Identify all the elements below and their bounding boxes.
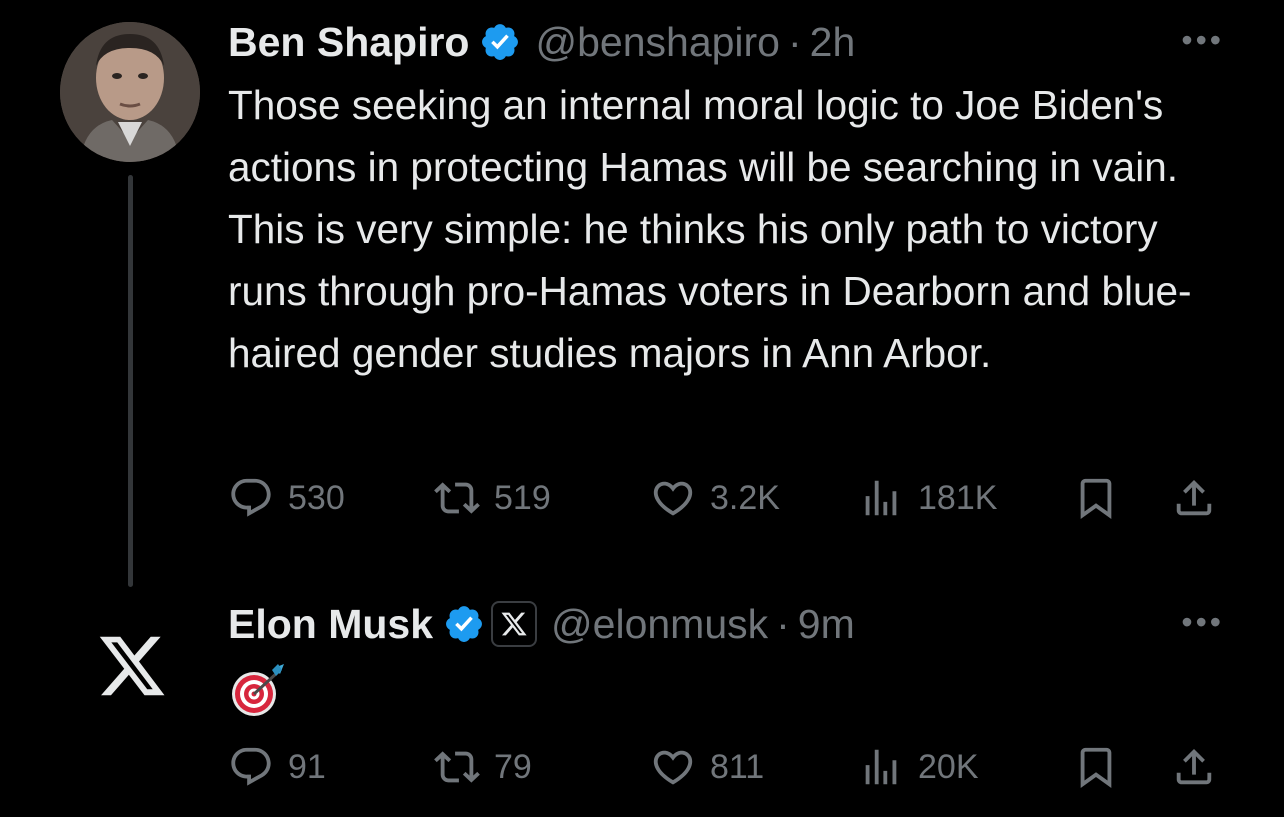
x-logo-icon[interactable] bbox=[94, 630, 170, 702]
separator-dot: · bbox=[787, 18, 802, 65]
views-chart-icon bbox=[865, 749, 897, 785]
views-button[interactable]: 20K bbox=[858, 742, 979, 792]
like-button[interactable]: 3.2K bbox=[650, 473, 780, 523]
reply-icon bbox=[231, 478, 271, 517]
views-chart-icon bbox=[865, 480, 897, 516]
views-count: 181K bbox=[918, 478, 998, 517]
tweet-elon-musk[interactable]: Elon Musk @elonmusk · 9m ••• 91 79 811 2… bbox=[0, 590, 1284, 817]
tweet-actions: 91 79 811 20K bbox=[228, 742, 1224, 792]
like-count: 811 bbox=[710, 747, 765, 786]
reply-count: 91 bbox=[288, 747, 326, 786]
share-icon bbox=[1176, 479, 1212, 516]
bookmark-icon bbox=[1080, 478, 1112, 519]
like-count: 3.2K bbox=[710, 478, 780, 517]
retweet-icon bbox=[434, 482, 480, 514]
retweet-icon bbox=[434, 751, 480, 783]
reply-button[interactable]: 91 bbox=[228, 742, 326, 792]
views-count: 20K bbox=[918, 747, 979, 786]
share-icon bbox=[1176, 748, 1212, 785]
reply-button[interactable]: 530 bbox=[228, 473, 345, 523]
tweet-ben-shapiro[interactable]: Ben Shapiro @benshapiro · 2h ••• Those s… bbox=[0, 0, 1284, 590]
tweet-actions: 530 519 3.2K 181K bbox=[228, 473, 1224, 523]
tweet-body: Elon Musk @elonmusk · 9m ••• bbox=[228, 596, 1224, 725]
author-handle[interactable]: @elonmusk bbox=[551, 601, 768, 648]
like-button[interactable]: 811 bbox=[650, 742, 764, 792]
affiliation-badge[interactable] bbox=[491, 601, 538, 647]
more-options-icon[interactable]: ••• bbox=[1181, 604, 1224, 641]
author-name[interactable]: Ben Shapiro bbox=[228, 19, 469, 66]
share-button[interactable] bbox=[1171, 473, 1217, 523]
verified-badge-icon bbox=[482, 24, 519, 60]
author-handle[interactable]: @benshapiro bbox=[535, 19, 780, 66]
bookmark-icon bbox=[1080, 747, 1112, 788]
author-name[interactable]: Elon Musk bbox=[228, 601, 433, 648]
retweet-button[interactable]: 519 bbox=[434, 473, 551, 523]
bookmark-button[interactable] bbox=[1073, 742, 1119, 792]
tweet-text: Those seeking an internal moral logic to… bbox=[228, 82, 1192, 376]
retweet-count: 79 bbox=[494, 747, 532, 786]
heart-icon bbox=[653, 481, 693, 516]
reply-icon bbox=[231, 747, 271, 786]
thread-connector-line bbox=[128, 175, 133, 587]
more-options-icon[interactable]: ••• bbox=[1181, 22, 1224, 59]
views-button[interactable]: 181K bbox=[858, 473, 997, 523]
avatar[interactable] bbox=[60, 22, 200, 162]
timestamp[interactable]: 2h bbox=[810, 19, 856, 66]
separator-dot: · bbox=[776, 600, 790, 647]
x-logo-icon bbox=[501, 612, 527, 636]
heart-icon bbox=[653, 750, 693, 785]
retweet-count: 519 bbox=[494, 478, 551, 517]
retweet-button[interactable]: 79 bbox=[434, 742, 532, 792]
reply-count: 530 bbox=[288, 478, 345, 517]
tweet-body: Ben Shapiro @benshapiro · 2h ••• Those s… bbox=[228, 14, 1224, 384]
timestamp[interactable]: 9m bbox=[798, 601, 855, 648]
direct-hit-target-icon bbox=[232, 664, 284, 716]
verified-badge-icon bbox=[446, 606, 482, 642]
bookmark-button[interactable] bbox=[1073, 473, 1119, 523]
tweet-header: Elon Musk @elonmusk · 9m ••• bbox=[228, 596, 1224, 652]
tweet-header: Ben Shapiro @benshapiro · 2h ••• bbox=[228, 14, 1224, 70]
share-button[interactable] bbox=[1171, 742, 1217, 792]
